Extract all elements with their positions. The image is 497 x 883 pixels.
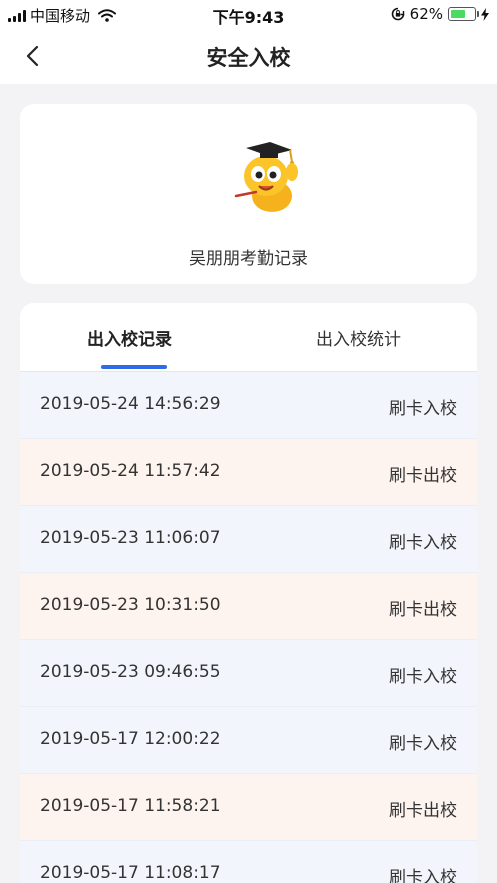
record-time: 2019-05-24 14:56:29 [40,394,221,414]
profile-card: 吴朋朋考勤记录 [20,104,477,284]
records-card: 出入校记录 出入校统计 2019-05-24 14:56:29 刷卡入校 2019-… [20,303,477,883]
record-action: 刷卡出校 [389,466,457,486]
record-row[interactable]: 2019-05-23 10:31:50 刷卡出校 [20,573,477,640]
battery-fill [451,10,465,18]
record-time: 2019-05-17 12:00:22 [40,729,221,749]
record-time: 2019-05-23 10:31:50 [40,595,221,615]
tab-statistics[interactable]: 出入校统计 [316,325,401,350]
record-action: 刷卡出校 [389,600,457,620]
record-time: 2019-05-23 11:06:07 [40,528,221,548]
status-bar: 中国移动 下午9:43 62% [0,0,497,28]
record-action: 刷卡入校 [389,868,457,883]
record-row[interactable]: 2019-05-24 14:56:29 刷卡入校 [20,372,477,439]
record-action: 刷卡出校 [389,801,457,821]
record-action: 刷卡入校 [389,533,457,553]
battery-percent: 62% [409,5,443,23]
tab-records[interactable]: 出入校记录 [87,325,172,350]
record-row[interactable]: 2019-05-23 11:06:07 刷卡入校 [20,506,477,573]
record-row[interactable]: 2019-05-24 11:57:42 刷卡出校 [20,439,477,506]
record-action: 刷卡入校 [389,667,457,687]
record-action: 刷卡入校 [389,399,457,419]
record-time: 2019-05-23 09:46:55 [40,662,221,682]
tab-bar: 出入校记录 出入校统计 [20,303,477,372]
record-action: 刷卡入校 [389,734,457,754]
record-row[interactable]: 2019-05-23 09:46:55 刷卡入校 [20,640,477,707]
record-row[interactable]: 2019-05-17 11:58:21 刷卡出校 [20,774,477,841]
record-row[interactable]: 2019-05-17 11:08:17 刷卡入校 [20,841,477,883]
record-time: 2019-05-17 11:58:21 [40,796,221,816]
battery-icon [448,7,479,21]
active-tab-indicator [101,365,167,369]
attendance-record-title: 吴朋朋考勤记录 [189,249,308,269]
page-title: 安全入校 [206,46,291,70]
record-time: 2019-05-17 11:08:17 [40,863,221,883]
navigation-bar: 安全入校 [0,28,497,84]
record-list: 2019-05-24 14:56:29 刷卡入校 2019-05-24 11:57:… [20,372,477,883]
charging-icon [481,7,489,21]
status-right: 62% [391,5,489,23]
orientation-lock-icon [391,7,404,21]
graduate-mascot-icon [234,142,298,212]
record-row[interactable]: 2019-05-17 12:00:22 刷卡入校 [20,707,477,774]
record-time: 2019-05-24 11:57:42 [40,461,221,481]
